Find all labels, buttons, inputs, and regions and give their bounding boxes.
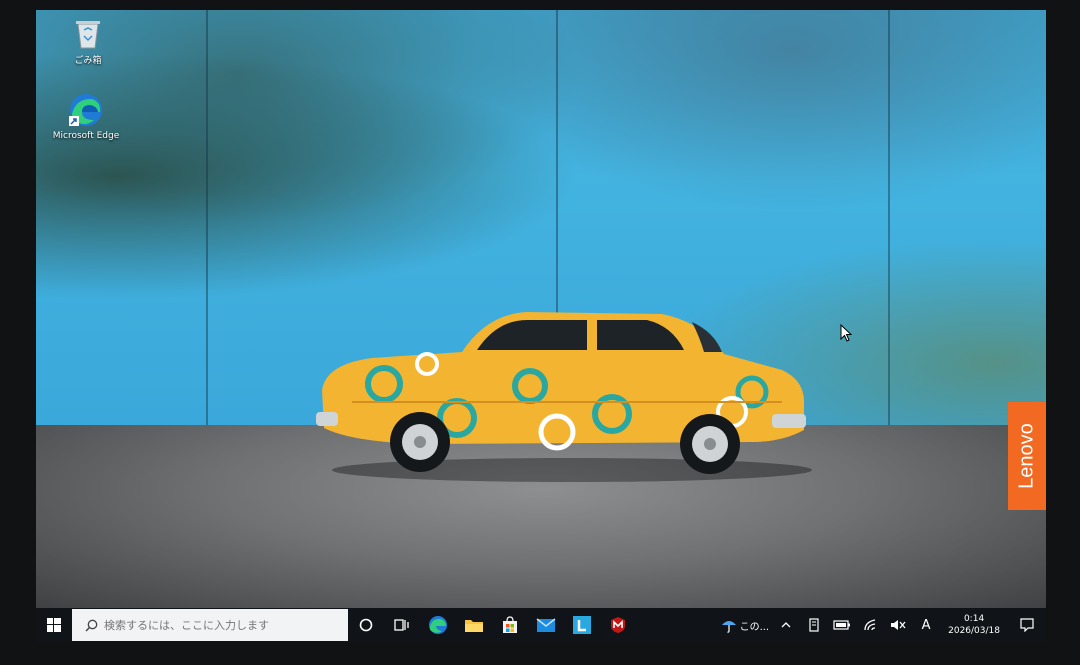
search-icon [80, 619, 102, 632]
chevron-up-icon [781, 622, 791, 628]
wifi-icon [864, 619, 876, 631]
wifi-button[interactable] [856, 608, 884, 642]
system-tray: この... A 0:14 2026/03/18 [717, 608, 1046, 642]
notification-icon [1020, 618, 1034, 632]
volume-button[interactable] [884, 608, 912, 642]
mail-button[interactable] [528, 608, 564, 642]
battery-button[interactable] [828, 608, 856, 642]
umbrella-weather-icon [721, 621, 736, 633]
mouse-cursor-icon [840, 324, 852, 342]
lenovo-l-button[interactable] [564, 608, 600, 642]
file-explorer-icon [465, 620, 483, 632]
show-hidden-icons-button[interactable] [772, 608, 800, 642]
taskbar: この... A 0:14 2026/03/18 [36, 608, 1046, 642]
mcafee-icon [611, 617, 625, 633]
task-view-button[interactable] [384, 608, 420, 642]
search-input[interactable] [102, 617, 336, 633]
weather-widget[interactable]: この... [717, 608, 773, 642]
volume-muted-icon [891, 620, 906, 630]
file-explorer-button[interactable] [456, 608, 492, 642]
desktop-icon-label: ごみ箱 [74, 56, 102, 66]
store-icon [503, 616, 517, 633]
device-icon [809, 618, 819, 632]
desktop-icon-recycle-bin[interactable]: ごみ箱 [53, 16, 123, 66]
cortana-button[interactable] [348, 608, 384, 642]
yellow-car-image [316, 312, 812, 482]
taskbar-search-box[interactable] [72, 609, 348, 641]
edge-icon [69, 94, 102, 126]
windows-start-icon [47, 618, 61, 632]
taskbar-edge-button[interactable] [420, 608, 456, 642]
wall-seam [888, 10, 890, 425]
clock-time: 0:14 [963, 614, 985, 624]
desktop-icon-label: Microsoft Edge [52, 131, 120, 141]
store-button[interactable] [492, 608, 528, 642]
tray-device-icon[interactable] [800, 608, 828, 642]
clock-button[interactable]: 0:14 2026/03/18 [940, 613, 1008, 637]
mcafee-button[interactable] [600, 608, 636, 642]
cortana-icon [359, 618, 373, 632]
lenovo-logo-text: Lenovo [1015, 423, 1038, 489]
ime-mode-button[interactable]: A [912, 608, 940, 642]
action-center-button[interactable] [1008, 608, 1046, 642]
lenovo-l-icon [573, 616, 591, 634]
task-view-icon [394, 619, 409, 631]
lenovo-logo: Lenovo [1008, 402, 1046, 510]
desktop-screen: ごみ箱 Microsoft Edge Lenovo 検索するには、ここに入力しま… [36, 10, 1046, 642]
desktop-icon-edge[interactable]: Microsoft Edge [51, 92, 121, 141]
mail-icon [536, 618, 556, 632]
battery-icon [833, 620, 851, 630]
start-button[interactable] [36, 608, 72, 642]
wallpaper [36, 10, 1046, 608]
wall-seam [206, 10, 208, 425]
weather-text: この... [739, 621, 770, 633]
ime-mode-label: A [921, 617, 931, 633]
edge-icon [429, 616, 447, 634]
recycle-bin-icon [76, 21, 100, 49]
clock-date: 2026/03/18 [948, 626, 1000, 636]
